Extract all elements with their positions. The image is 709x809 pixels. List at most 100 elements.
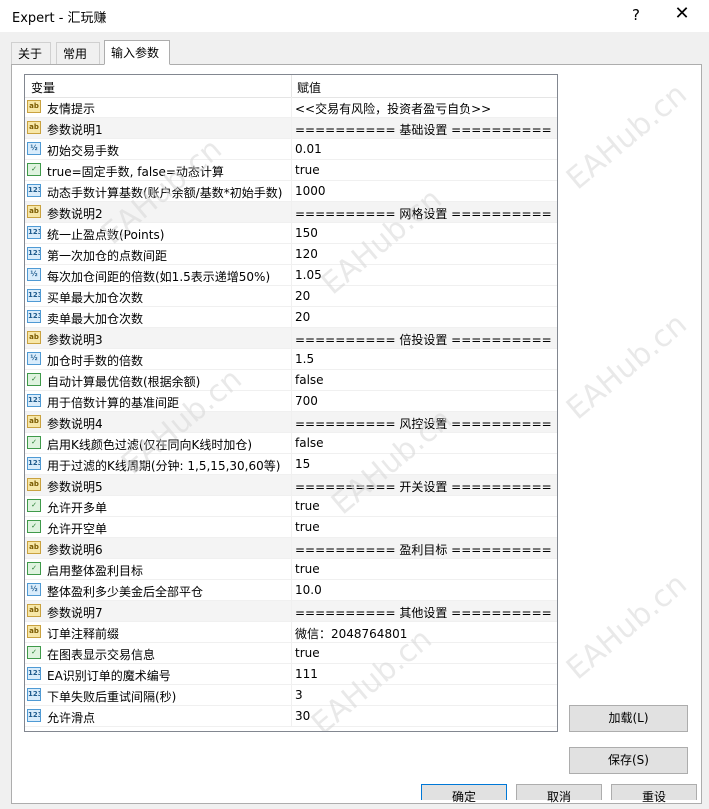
reset-button[interactable]: 重设 <box>611 784 697 804</box>
parameter-value[interactable]: 1.5 <box>295 352 314 366</box>
parameter-name: 参数说明7 <box>47 606 103 620</box>
parameter-row[interactable]: ab 参数说明1 ========== 基础设置 ========== <box>25 118 557 139</box>
cell-divider <box>291 307 292 328</box>
parameter-name: 友情提示 <box>47 102 96 116</box>
save-button[interactable]: 保存(S) <box>569 747 688 774</box>
parameter-row[interactable]: 123 统一止盈点数(Points) 150 <box>25 223 557 244</box>
parameter-row[interactable]: ab 友情提示 <<交易有风险，投资者盈亏自负>> <box>25 97 557 118</box>
tab-about[interactable]: 关于 <box>11 42 51 64</box>
parameter-value[interactable]: 20 <box>295 289 310 303</box>
parameter-value[interactable]: 0.01 <box>295 142 322 156</box>
load-button[interactable]: 加载(L) <box>569 705 688 732</box>
cell-divider <box>291 706 292 727</box>
parameter-row[interactable]: ab 参数说明2 ========== 网格设置 ========== <box>25 202 557 223</box>
parameter-name: 参数说明5 <box>47 480 103 494</box>
column-divider[interactable] <box>291 75 292 97</box>
parameter-name: 自动计算最优倍数(根据余额) <box>47 375 201 389</box>
parameter-row[interactable]: 123 第一次加仓的点数间距 120 <box>25 244 557 265</box>
parameter-row[interactable]: ✓ 自动计算最优倍数(根据余额) false <box>25 370 557 391</box>
parameter-name: 加仓时手数的倍数 <box>47 354 144 368</box>
parameter-name: 参数说明1 <box>47 123 103 137</box>
parameter-row[interactable]: 123 卖单最大加仓次数 20 <box>25 307 557 328</box>
parameter-row[interactable]: 123 用于倍数计算的基准间距 700 <box>25 391 557 412</box>
parameter-value[interactable]: ========== 基础设置 ========== <box>295 121 552 138</box>
parameter-row[interactable]: ab 参数说明7 ========== 其他设置 ========== <box>25 601 557 622</box>
parameter-value[interactable]: 150 <box>295 226 318 240</box>
parameter-row[interactable]: ab 订单注释前缀 微信：2048764801 <box>25 622 557 643</box>
parameter-row[interactable]: ✓ 启用K线颜色过滤(仅在同向K线时加仓) false <box>25 433 557 454</box>
parameter-row[interactable]: ✓ 在图表显示交易信息 true <box>25 643 557 664</box>
integer-type-icon: 123 <box>27 394 41 407</box>
parameter-value[interactable]: 111 <box>295 667 318 681</box>
parameter-grid[interactable]: 变量 赋值 ab 友情提示 <<交易有风险，投资者盈亏自负>> ab 参数说明1 ====… <box>24 74 558 732</box>
parameter-row[interactable]: 123 动态手数计算基数(账户余额/基数*初始手数) 1000 <box>25 181 557 202</box>
help-icon[interactable]: ? <box>626 5 646 25</box>
parameter-value[interactable]: 120 <box>295 247 318 261</box>
parameter-name: EA识别订单的魔术编号 <box>47 669 171 683</box>
parameter-value[interactable]: 微信：2048764801 <box>295 625 407 642</box>
integer-type-icon: 123 <box>27 289 41 302</box>
parameter-row[interactable]: ½ 整体盈利多少美金后全部平仓 10.0 <box>25 580 557 601</box>
parameter-row[interactable]: ✓ 允许开多单 true <box>25 496 557 517</box>
parameter-row[interactable]: 123 允许滑点 30 <box>25 706 557 727</box>
ok-button[interactable]: 确定 <box>421 784 507 804</box>
parameter-value[interactable]: ========== 开关设置 ========== <box>295 478 552 495</box>
parameter-value[interactable]: 20 <box>295 310 310 324</box>
parameter-value[interactable]: 30 <box>295 709 310 723</box>
parameter-value[interactable]: false <box>295 373 324 387</box>
parameter-row[interactable]: ab 参数说明4 ========== 风控设置 ========== <box>25 412 557 433</box>
parameter-value[interactable]: ========== 倍投设置 ========== <box>295 331 552 348</box>
parameter-value[interactable]: 10.0 <box>295 583 322 597</box>
tab-inputs[interactable]: 输入参数 <box>104 40 170 65</box>
parameter-value[interactable]: ========== 网格设置 ========== <box>295 205 552 222</box>
parameter-name: 允许开空单 <box>47 522 108 536</box>
parameter-row[interactable]: ab 参数说明5 ========== 开关设置 ========== <box>25 475 557 496</box>
parameter-row[interactable]: ½ 加仓时手数的倍数 1.5 <box>25 349 557 370</box>
parameter-value[interactable]: true <box>295 646 320 660</box>
column-header-value[interactable]: 赋值 <box>297 79 321 96</box>
parameter-name: 第一次加仓的点数间距 <box>47 249 168 263</box>
parameter-value[interactable]: false <box>295 436 324 450</box>
parameter-value[interactable]: 1.05 <box>295 268 322 282</box>
parameter-value[interactable]: <<交易有风险，投资者盈亏自负>> <box>295 100 491 117</box>
cell-divider <box>291 244 292 265</box>
title-bar: Expert - 汇玩赚 ? ✕ <box>0 0 709 32</box>
parameter-value[interactable]: 700 <box>295 394 318 408</box>
parameter-name: true=固定手数, false=动态计算 <box>47 165 224 179</box>
boolean-type-icon: ✓ <box>27 373 41 386</box>
parameter-row[interactable]: ½ 每次加仓间距的倍数(如1.5表示递增50%) 1.05 <box>25 265 557 286</box>
parameter-value[interactable]: true <box>295 520 320 534</box>
parameter-name: 初始交易手数 <box>47 144 120 158</box>
parameter-name: 在图表显示交易信息 <box>47 648 156 662</box>
parameter-row[interactable]: 123 EA识别订单的魔术编号 111 <box>25 664 557 685</box>
column-header-variable[interactable]: 变量 <box>31 79 55 96</box>
parameter-row[interactable]: ✓ 允许开空单 true <box>25 517 557 538</box>
parameter-row[interactable]: 123 用于过滤的K线周期(分钟: 1,5,15,30,60等) 15 <box>25 454 557 475</box>
parameter-value[interactable]: true <box>295 499 320 513</box>
parameter-value[interactable]: 15 <box>295 457 310 471</box>
close-icon[interactable]: ✕ <box>672 4 692 24</box>
parameter-name: 参数说明4 <box>47 417 103 431</box>
parameter-row[interactable]: ab 参数说明3 ========== 倍投设置 ========== <box>25 328 557 349</box>
parameter-value[interactable]: ========== 风控设置 ========== <box>295 415 552 432</box>
parameter-name: 整体盈利多少美金后全部平仓 <box>47 585 204 599</box>
parameter-name: 买单最大加仓次数 <box>47 291 144 305</box>
parameter-value[interactable]: ========== 盈利目标 ========== <box>295 541 552 558</box>
cancel-button[interactable]: 取消 <box>516 784 602 804</box>
parameter-value[interactable]: true <box>295 163 320 177</box>
parameter-value[interactable]: 1000 <box>295 184 326 198</box>
parameter-row[interactable]: 123 买单最大加仓次数 20 <box>25 286 557 307</box>
parameter-value[interactable]: ========== 其他设置 ========== <box>295 604 552 621</box>
cell-divider <box>291 601 292 622</box>
parameter-row[interactable]: ✓ 启用整体盈利目标 true <box>25 559 557 580</box>
parameter-value[interactable]: true <box>295 562 320 576</box>
tab-common[interactable]: 常用 <box>56 42 100 64</box>
cell-divider <box>291 580 292 601</box>
cell-divider <box>291 517 292 538</box>
parameter-row[interactable]: ✓ true=固定手数, false=动态计算 true <box>25 160 557 181</box>
string-type-icon: ab <box>27 121 41 134</box>
parameter-row[interactable]: 123 下单失败后重试间隔(秒) 3 <box>25 685 557 706</box>
parameter-row[interactable]: ab 参数说明6 ========== 盈利目标 ========== <box>25 538 557 559</box>
parameter-row[interactable]: ½ 初始交易手数 0.01 <box>25 139 557 160</box>
parameter-value[interactable]: 3 <box>295 688 303 702</box>
